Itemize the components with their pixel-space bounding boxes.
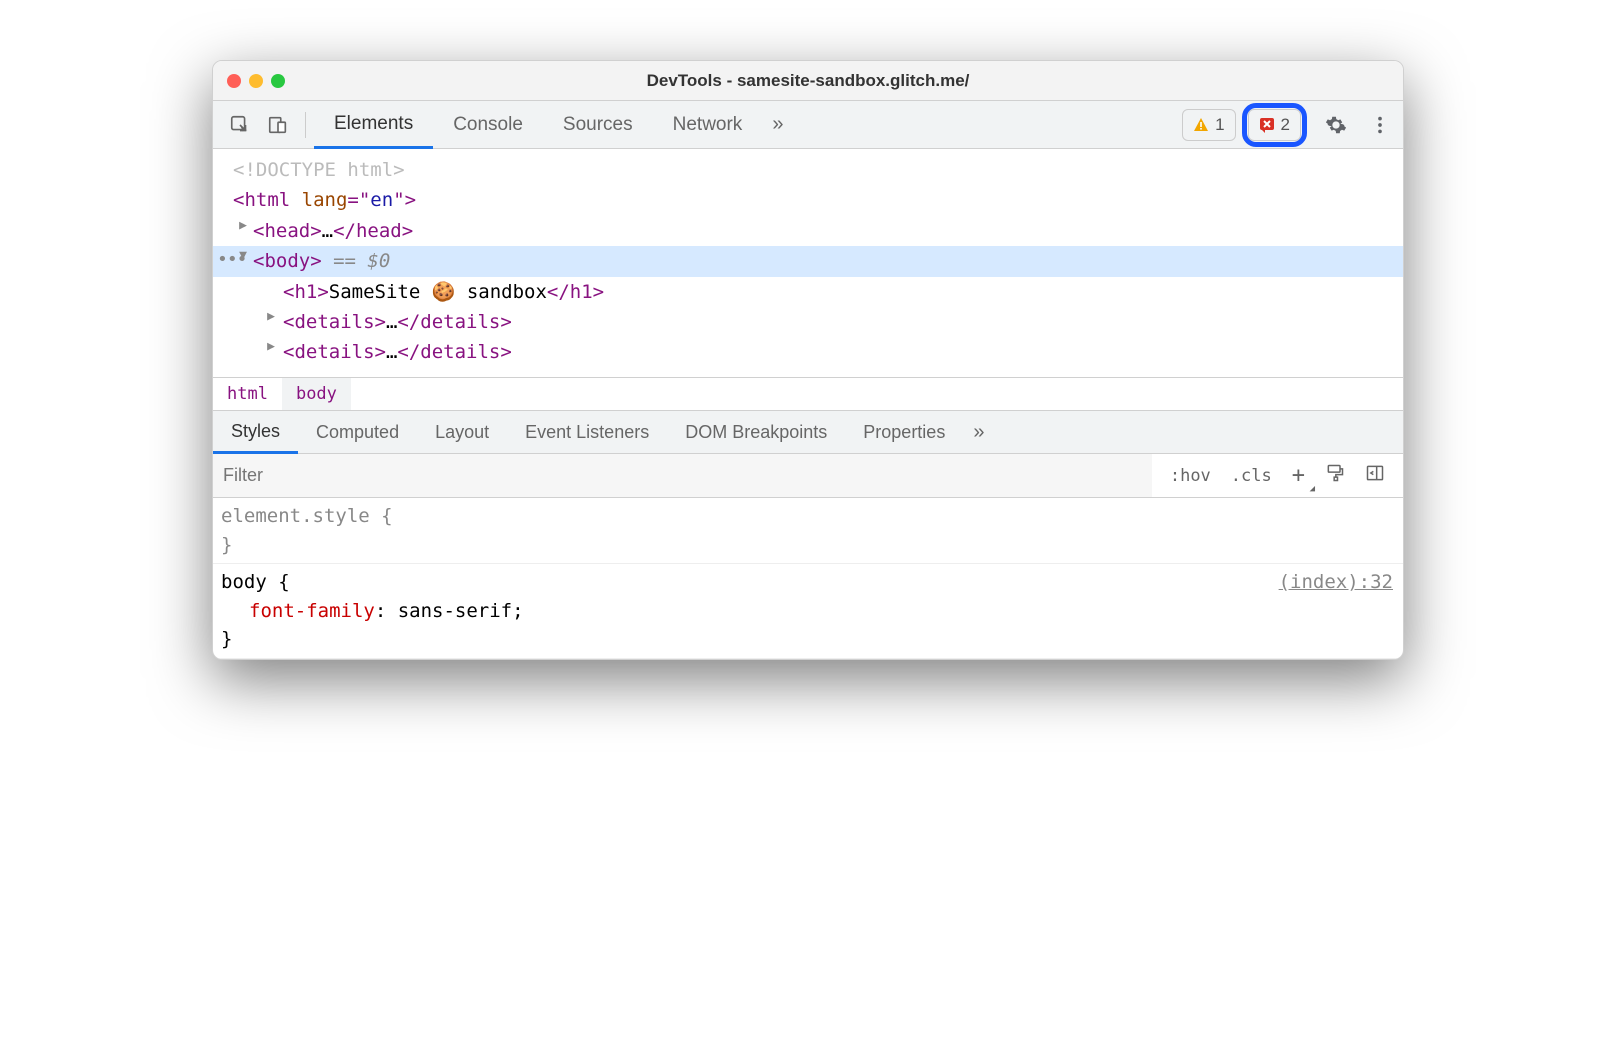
styles-filter-tools: :hov .cls + ◢: [1152, 459, 1403, 492]
issues-count: 2: [1281, 115, 1290, 135]
warning-icon: [1193, 117, 1209, 133]
element-style-rule[interactable]: element.style { }: [213, 498, 1403, 564]
tab-label: Elements: [334, 113, 413, 135]
paint-button[interactable]: [1317, 459, 1353, 492]
more-styles-tabs-button[interactable]: »: [963, 411, 994, 453]
inspect-element-button[interactable]: [225, 110, 255, 140]
settings-button[interactable]: [1321, 110, 1351, 140]
stab-properties[interactable]: Properties: [845, 411, 963, 453]
warnings-count: 1: [1215, 115, 1224, 135]
dom-node-head[interactable]: ▶<head>…</head>: [213, 216, 1403, 246]
devtools-window: DevTools - samesite-sandbox.glitch.me/ E…: [212, 60, 1404, 660]
expand-triangle-icon[interactable]: ▶: [263, 337, 279, 358]
dom-node-details-2[interactable]: ▶<details>…</details>: [213, 337, 1403, 367]
styles-filter-input[interactable]: [213, 454, 1152, 497]
issues-badge[interactable]: 2: [1248, 109, 1301, 141]
corner-triangle-icon: ◢: [1310, 484, 1315, 494]
tab-sources[interactable]: Sources: [543, 101, 653, 148]
cls-toggle[interactable]: .cls: [1223, 462, 1280, 490]
stab-dom-breakpoints[interactable]: DOM Breakpoints: [667, 411, 845, 453]
tab-label: Console: [453, 114, 523, 136]
stab-event-listeners[interactable]: Event Listeners: [507, 411, 667, 453]
more-options-button[interactable]: [1365, 110, 1395, 140]
hov-toggle[interactable]: :hov: [1162, 462, 1219, 490]
panel-tabs: Elements Console Sources Network »: [314, 101, 793, 148]
styles-pane: element.style { } (index):32 body { font…: [213, 498, 1403, 659]
styles-filter-bar: :hov .cls + ◢: [213, 454, 1403, 498]
device-toolbar-button[interactable]: [263, 110, 293, 140]
sidebar-icon: [1365, 463, 1385, 483]
tab-console[interactable]: Console: [433, 101, 543, 148]
stab-layout[interactable]: Layout: [417, 411, 507, 453]
dom-node-html[interactable]: <html lang="en">: [213, 185, 1403, 215]
source-link[interactable]: (index):32: [1279, 568, 1393, 597]
more-tabs-button[interactable]: »: [762, 101, 793, 148]
tab-label: Network: [673, 114, 743, 136]
stab-computed[interactable]: Computed: [298, 411, 417, 453]
paint-icon: [1325, 463, 1345, 483]
crumb-html[interactable]: html: [213, 378, 282, 410]
collapse-triangle-icon[interactable]: ▼: [235, 246, 251, 267]
expand-triangle-icon[interactable]: ▶: [263, 307, 279, 328]
dom-node-details-1[interactable]: ▶<details>…</details>: [213, 307, 1403, 337]
issues-highlight: 2: [1242, 103, 1307, 147]
expand-triangle-icon[interactable]: ▶: [235, 216, 251, 237]
styles-tabbar: Styles Computed Layout Event Listeners D…: [213, 410, 1403, 454]
tab-elements[interactable]: Elements: [314, 101, 433, 149]
breadcrumbs: html body: [213, 377, 1403, 410]
main-toolbar: Elements Console Sources Network » 1 2: [213, 101, 1403, 149]
body-rule[interactable]: (index):32 body { font-family: sans-seri…: [213, 564, 1403, 659]
titlebar: DevTools - samesite-sandbox.glitch.me/: [213, 61, 1403, 101]
toolbar-separator: [305, 112, 306, 138]
dom-node-h1[interactable]: <h1>SameSite 🍪 sandbox</h1>: [213, 277, 1403, 307]
kebab-icon: [1369, 114, 1391, 136]
toggle-sidebar-button[interactable]: [1357, 459, 1393, 492]
new-style-rule-button[interactable]: + ◢: [1284, 459, 1313, 492]
tab-network[interactable]: Network: [653, 101, 763, 148]
crumb-body[interactable]: body: [282, 378, 351, 410]
toolbar-right: 1 2: [1182, 103, 1395, 147]
window-title: DevTools - samesite-sandbox.glitch.me/: [213, 71, 1403, 91]
issues-icon: [1259, 117, 1275, 133]
plus-icon: +: [1292, 463, 1305, 488]
gear-icon: [1325, 114, 1347, 136]
dom-node-doctype[interactable]: <!DOCTYPE html>: [213, 155, 1403, 185]
tab-label: Sources: [563, 114, 633, 136]
dom-node-body-selected[interactable]: •••▼<body> == $0: [213, 246, 1403, 276]
dom-tree[interactable]: <!DOCTYPE html> <html lang="en"> ▶<head>…: [213, 149, 1403, 377]
stab-styles[interactable]: Styles: [213, 411, 298, 454]
warnings-badge[interactable]: 1: [1182, 109, 1235, 141]
